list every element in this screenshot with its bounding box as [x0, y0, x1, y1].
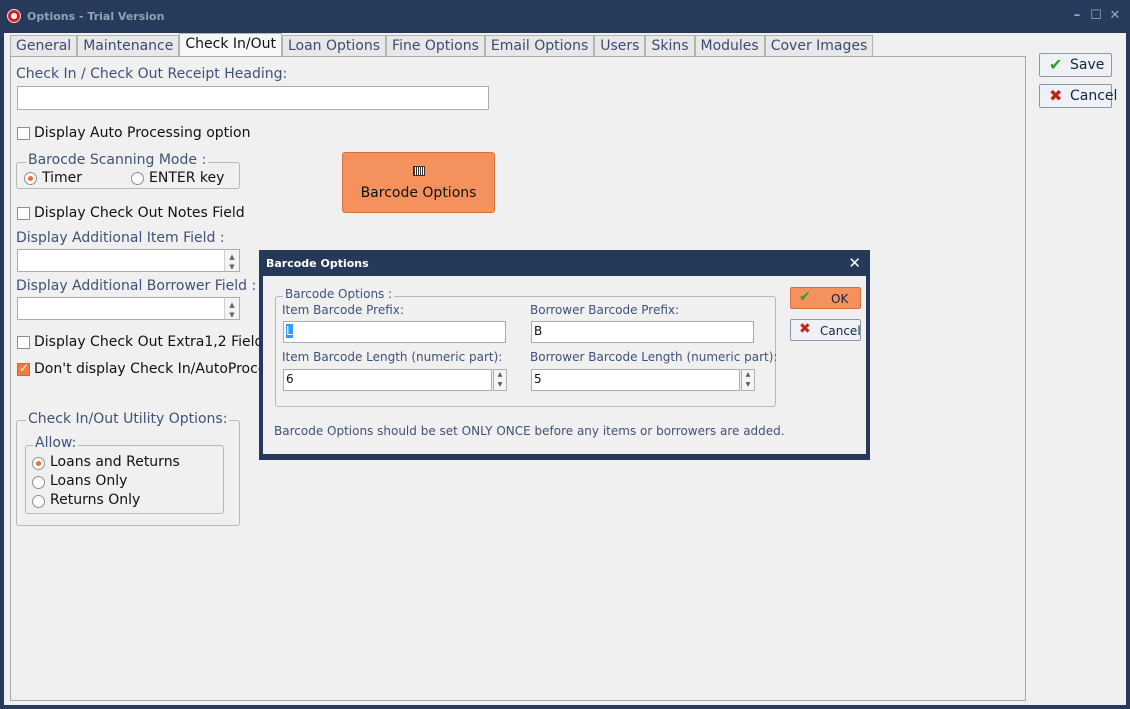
ok-button-label: OK — [831, 292, 849, 306]
timer-label: Timer — [42, 170, 83, 186]
borrower-prefix-input[interactable]: B — [531, 321, 754, 343]
extra-fields-checkbox[interactable] — [17, 336, 30, 349]
returns-only-radio[interactable] — [32, 495, 45, 508]
barcode-icon — [413, 166, 425, 176]
tab-users[interactable]: Users — [594, 35, 646, 58]
item-prefix-value: L — [286, 324, 293, 338]
tab-fine-options[interactable]: Fine Options — [386, 35, 485, 58]
borrower-length-input[interactable]: 5 — [531, 369, 740, 391]
minimize-button[interactable]: – — [1069, 8, 1085, 24]
extra-fields-label: Display Check Out Extra1,2 Fields — [34, 334, 271, 350]
tab-email-options[interactable]: Email Options — [484, 35, 595, 58]
options-window: Options - Trial Version – ☐ ✕ General Ma… — [0, 0, 1130, 709]
checkmark-icon: ✔ — [799, 289, 811, 305]
additional-item-select[interactable]: ▲ ▼ — [17, 249, 240, 272]
dont-display-checkbox[interactable] — [17, 361, 30, 376]
dialog-cancel-button-label: Cancel — [820, 324, 861, 338]
barcode-options-button[interactable]: Barcode Options — [342, 152, 495, 213]
loans-only-label: Loans Only — [50, 473, 128, 489]
maximize-button[interactable]: ☐ — [1088, 8, 1104, 24]
tab-check-in-out[interactable]: Check In/Out — [179, 33, 282, 58]
save-button-label: Save — [1070, 57, 1105, 73]
loans-only-radio[interactable] — [32, 476, 45, 489]
borrower-length-label: Borrower Barcode Length (numeric part): — [530, 350, 778, 364]
barcode-options-group-title: Barcode Options : — [283, 287, 395, 301]
enter-key-label: ENTER key — [149, 170, 225, 186]
barcode-options-button-label: Barcode Options — [360, 185, 477, 201]
checkmark-icon: ✔ — [1049, 55, 1063, 74]
dialog-body: Barcode Options : Item Barcode Prefix: L… — [263, 276, 866, 454]
item-length-input[interactable]: 6 — [283, 369, 492, 391]
receipt-heading-input[interactable] — [17, 86, 489, 110]
loans-and-returns-label: Loans and Returns — [50, 454, 180, 470]
additional-borrower-select[interactable]: ▲ ▼ — [17, 297, 240, 320]
item-length-label: Item Barcode Length (numeric part): — [282, 350, 503, 364]
auto-processing-checkbox[interactable] — [17, 127, 30, 140]
title-bar: Options - Trial Version – ☐ ✕ — [0, 0, 1130, 33]
save-button[interactable]: ✔ Save — [1039, 53, 1112, 77]
window-title: Options - Trial Version — [27, 10, 165, 23]
dialog-close-button[interactable]: ✕ — [848, 254, 861, 272]
returns-only-label: Returns Only — [50, 492, 141, 508]
checkout-notes-label: Display Check Out Notes Field — [34, 205, 245, 221]
dialog-title: Barcode Options — [266, 257, 369, 270]
tab-skins[interactable]: Skins — [645, 35, 695, 58]
dialog-note: Barcode Options should be set ONLY ONCE … — [274, 424, 785, 438]
item-prefix-label: Item Barcode Prefix: — [282, 303, 404, 317]
timer-radio[interactable] — [24, 172, 37, 185]
additional-item-label: Display Additional Item Field : — [16, 230, 225, 246]
dialog-cancel-button[interactable]: ✖ Cancel — [790, 319, 861, 341]
tab-strip: General Maintenance Check In/Out Loan Op… — [10, 33, 874, 58]
tab-maintenance[interactable]: Maintenance — [77, 35, 180, 58]
ok-button[interactable]: ✔ OK — [790, 287, 861, 309]
loans-and-returns-radio[interactable] — [32, 457, 45, 470]
tab-general[interactable]: General — [10, 35, 78, 58]
close-button[interactable]: ✕ — [1107, 8, 1123, 24]
barcode-mode-title: Barocde Scanning Mode : — [26, 152, 209, 168]
additional-borrower-label: Display Additional Borrower Field : — [16, 278, 257, 294]
allow-title: Allow: — [33, 435, 79, 451]
app-icon — [7, 9, 21, 23]
tab-modules[interactable]: Modules — [694, 35, 765, 58]
receipt-heading-label: Check In / Check Out Receipt Heading: — [16, 66, 288, 82]
enter-key-radio[interactable] — [131, 172, 144, 185]
chevron-updown-icon: ▲ ▼ — [224, 250, 239, 271]
cancel-button-label: Cancel — [1070, 88, 1118, 104]
checkout-notes-checkbox[interactable] — [17, 207, 30, 220]
dont-display-label: Don't display Check In/AutoProcess — [34, 361, 262, 377]
x-icon: ✖ — [799, 321, 811, 337]
auto-processing-label: Display Auto Processing option — [34, 125, 251, 141]
item-length-stepper[interactable]: ▲ ▼ — [493, 369, 507, 391]
cancel-button[interactable]: ✖ Cancel — [1039, 84, 1117, 108]
borrower-length-stepper[interactable]: ▲ ▼ — [741, 369, 755, 391]
barcode-options-dialog: Barcode Options ✕ Barcode Options : Item… — [259, 250, 870, 460]
x-icon: ✖ — [1049, 86, 1063, 105]
tab-loan-options[interactable]: Loan Options — [281, 35, 387, 58]
item-prefix-input[interactable]: L — [283, 321, 506, 343]
chevron-updown-icon: ▲ ▼ — [224, 298, 239, 319]
utility-options-title: Check In/Out Utility Options: — [26, 411, 230, 427]
tab-cover-images[interactable]: Cover Images — [764, 35, 874, 58]
borrower-prefix-label: Borrower Barcode Prefix: — [530, 303, 680, 317]
